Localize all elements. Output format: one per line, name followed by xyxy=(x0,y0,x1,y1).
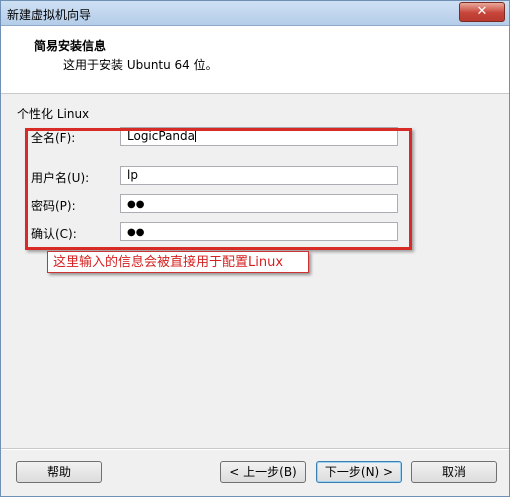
title-bar: 新建虚拟机向导 ✕ xyxy=(1,1,509,26)
next-button[interactable]: 下一步(N) > xyxy=(316,461,402,483)
group-label-personalize-linux: 个性化 Linux xyxy=(17,107,90,121)
cancel-button[interactable]: 取消 xyxy=(411,461,497,483)
footer-divider xyxy=(1,448,509,450)
page-subtitle: 这用于安装 Ubuntu 64 位。 xyxy=(63,58,218,72)
back-button[interactable]: < 上一步(B) xyxy=(220,461,306,483)
highlight-box xyxy=(25,128,412,250)
page-title: 简易安装信息 xyxy=(34,39,107,53)
close-button[interactable]: ✕ xyxy=(459,2,505,22)
annotation-callout: 这里输入的信息会被直接用于配置Linux xyxy=(47,251,309,273)
close-icon: ✕ xyxy=(476,4,488,19)
help-button[interactable]: 帮助 xyxy=(16,461,102,483)
window-title: 新建虚拟机向导 xyxy=(7,8,92,22)
wizard-header: 简易安装信息 这用于安装 Ubuntu 64 位。 xyxy=(1,26,509,94)
wizard-window: 新建虚拟机向导 ✕ 简易安装信息 这用于安装 Ubuntu 64 位。 个性化 … xyxy=(0,0,510,497)
